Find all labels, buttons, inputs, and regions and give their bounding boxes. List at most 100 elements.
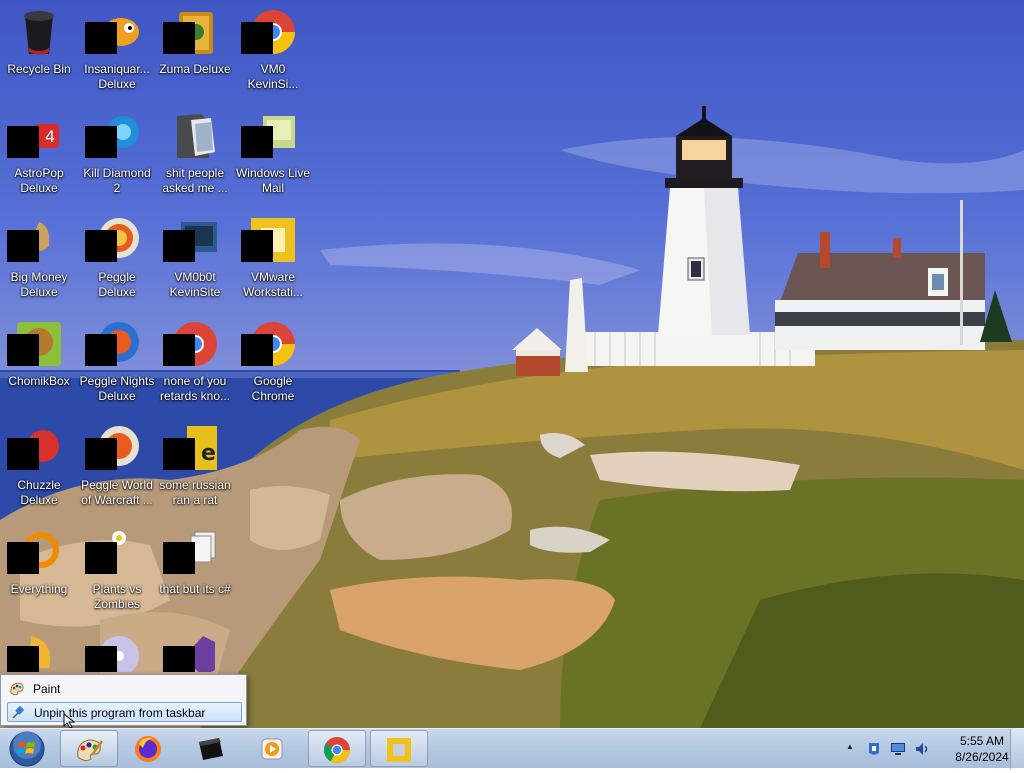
desktop-icon-peggle[interactable]: Peggle Deluxe [78,212,156,312]
visual-studio-icon [163,632,219,672]
unpin-icon [12,706,24,719]
desktop-icon-google-chrome[interactable]: Google Chrome [234,316,312,416]
desktop-icon-chuzzle[interactable]: Chuzzle Deluxe [0,420,78,520]
taskbar-paint[interactable] [60,730,118,767]
chrome-icon [241,320,297,368]
action-center-icon[interactable] [866,741,882,757]
desktop-icon-pvz[interactable]: Plants vs Zombies [78,524,156,624]
desktop-icon-label: AstroPop Deluxe [14,166,64,195]
desktop-icon-label: Peggle Deluxe [98,270,136,299]
desktop-icon-disc[interactable] [78,628,156,672]
desktop-icon-rat-file[interactable]: e some russian ran a rat [156,420,234,520]
firefox-icon [135,736,161,762]
folder-icon [171,112,219,160]
desktop-icon-label: ChomikBox [8,374,70,388]
astropop-icon: 4 [7,112,63,160]
taskbar-terminal[interactable] [182,730,240,767]
desktop-icon-label: Recycle Bin [7,62,71,76]
paint-jump-list: Paint Unpin this program from taskbar [0,674,247,726]
chrome-icon [323,737,351,764]
peggle-nights-icon [85,320,141,368]
mail-icon [241,112,297,160]
everything-icon [7,528,63,576]
desktop-icon-kill-diamond[interactable]: Kill Diamond 2 [78,108,156,208]
mouse-cursor-icon [63,713,76,728]
jumplist-paint-label: Paint [33,682,61,696]
desktop-icon-label: Windows Live Mail [235,166,311,195]
desktop-icon-peggle-wow[interactable]: Peggle World of Warcraft ... [78,420,156,520]
desktop-icon-label: some russian ran a rat [159,478,231,507]
peggle-wow-icon [85,424,141,472]
desktop-icon-vm0b0t[interactable]: VM0b0t KevinSite [156,212,234,312]
desktop-icon-windows-live-mail[interactable]: Windows Live Mail [234,108,312,208]
vmware-icon [241,216,297,264]
jumplist-open-paint[interactable]: Paint [7,679,242,699]
desktop-icon-zuma[interactable]: Zuma Deluxe [156,4,234,104]
svg-text:4: 4 [45,127,55,146]
chuzzle-icon [7,424,63,472]
chrome-shortcut-icon [241,8,297,56]
desktop-icon-label: Everything [10,582,68,596]
file-icon: e [163,424,219,472]
pvz-icon [85,528,141,576]
paint-icon [10,682,24,696]
desktop-icon-everything[interactable]: Everything [0,524,78,624]
cmd-icon [199,738,223,760]
desktop-icon-vm0-kevinsite[interactable]: VM0 KevinSi... [234,4,312,104]
desktop-icon-label: shit people asked me ... [162,166,228,195]
volume-icon[interactable] [914,741,930,757]
desktop-icon-label: Zuma Deluxe [159,62,231,76]
peggle-icon [85,216,141,264]
desktop-icon-chomikbox[interactable]: ChomikBox [0,316,78,416]
desktop-icon-app[interactable] [0,628,78,672]
desktop-icon-label: VMware Workstati... [243,270,303,299]
chomikbox-icon [7,320,63,368]
kill-diamond-icon [85,112,141,160]
taskbar-media-player[interactable] [244,730,302,767]
zuma-icon [163,8,219,56]
files-icon [163,528,219,576]
desktop-icon-visual-studio[interactable] [156,628,234,672]
windows-orb-icon [9,731,45,767]
show-hidden-icons-arrow[interactable]: ▲ [846,742,854,751]
taskbar-vmware[interactable] [370,730,428,767]
taskbar-chrome[interactable] [308,730,366,767]
desktop-icon-big-money[interactable]: Big Money Deluxe [0,212,78,312]
recycle-bin-icon [15,8,63,56]
desktop-icon-label: none of you retards kno... [159,374,231,403]
desktop-icon-folder[interactable]: shit people asked me ... [156,108,234,208]
big-money-icon [7,216,63,264]
desktop-icon-peggle-nights[interactable]: Peggle Nights Deluxe [78,316,156,416]
desktop-icon-label: VM0b0t KevinSite [169,270,221,299]
insaniquarium-icon [85,8,141,56]
desktop-icon-csharp[interactable]: that but its c# [156,524,234,624]
desktop-icon-label: Kill Diamond 2 [83,166,151,195]
app-icon [7,632,63,672]
chrome-shortcut-icon [163,320,219,368]
desktop-icon-vmware[interactable]: VMware Workstati... [234,212,312,312]
network-icon[interactable] [890,741,906,757]
desktop-icon-insaniquarium[interactable]: Insaniquar... Deluxe [78,4,156,104]
desktop-icon-label: Big Money Deluxe [10,270,68,299]
vm-shortcut-icon [163,216,219,264]
taskbar-firefox[interactable] [120,730,178,767]
jumplist-unpin[interactable]: Unpin this program from taskbar [7,702,242,722]
paint-icon [77,739,104,762]
taskbar: ▲ 5:55 AM 8/26/2024 [0,728,1024,769]
desktop-icon-chrome-shortcut-2[interactable]: none of you retards kno... [156,316,234,416]
desktop-icon-astropop[interactable]: 4 AstroPop Deluxe [0,108,78,208]
vmware-icon [387,738,411,762]
jumplist-unpin-label: Unpin this program from taskbar [34,706,206,720]
start-button[interactable] [4,730,50,768]
desktop-icon-label: Google Chrome [251,374,295,403]
desktop-icon-label: VM0 KevinSi... [247,62,299,91]
desktop-icon-label: Insaniquar... Deluxe [84,62,150,91]
desktop-icon-label: Chuzzle Deluxe [17,478,61,507]
system-tray: ▲ 5:55 AM 8/26/2024 [842,729,1024,769]
desktop[interactable]: Recycle Bin Insaniquar... Deluxe Zuma De… [0,0,1024,728]
desktop-icon-recycle-bin[interactable]: Recycle Bin [0,4,78,104]
desktop-icon-label: Peggle Nights Deluxe [79,374,155,403]
show-desktop-button[interactable] [1010,729,1024,769]
desktop-icon-label: Peggle World of Warcraft ... [81,478,153,507]
desktop-icon-label: Plants vs Zombies [92,582,142,611]
